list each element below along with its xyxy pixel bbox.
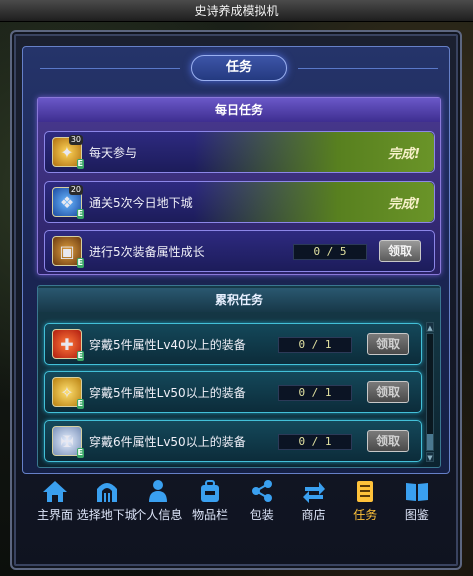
nav-home[interactable]: 主界面	[30, 478, 80, 528]
quest-progress: 0 / 1	[278, 385, 352, 401]
claim-button[interactable]: 领取	[367, 381, 409, 403]
quest-label: 每天参与	[89, 145, 138, 160]
nav-package[interactable]: 包装	[237, 478, 287, 528]
e-tag-icon: E	[76, 258, 84, 268]
header-divider-right	[298, 68, 438, 69]
nav-label: 包装	[249, 508, 274, 522]
accum-quest-row: ✠ E 穿戴6件属性Lv50以上的装备 0 / 1 领取	[44, 420, 422, 462]
scroll-up-arrow[interactable]: ▲	[426, 322, 434, 332]
nav-label: 图鉴	[404, 508, 429, 522]
nav-label: 任务	[353, 508, 378, 522]
silver-crest-icon: ✠ E	[52, 426, 84, 458]
header-divider-left	[40, 68, 180, 69]
nav-codex[interactable]: 图鉴	[392, 478, 442, 528]
quest-label: 穿戴5件属性Lv40以上的装备	[89, 337, 246, 352]
nav-label: 商店	[301, 508, 326, 522]
nav-label: 个人信息	[134, 508, 183, 522]
equipment-chest-icon: ▣ E	[52, 236, 84, 268]
book-icon	[403, 478, 431, 504]
quest-complete-status: 完成!	[388, 196, 420, 212]
e-tag-icon: E	[76, 448, 84, 458]
bottom-navigation: 主界面 选择地下城 个人信息 物品栏 包装 商店 任务 图鉴	[22, 478, 450, 528]
gold-coin-icon: ✦ 30 E	[52, 135, 84, 169]
reward-count-badge: 30	[68, 135, 83, 145]
nav-inventory[interactable]: 物品栏	[185, 478, 235, 528]
nav-label: 主界面	[36, 508, 73, 522]
nav-label: 选择地下城	[76, 508, 137, 522]
reward-count-badge: 20	[68, 185, 83, 195]
swap-arrows-icon	[300, 478, 328, 504]
quest-complete-status: 完成!	[388, 146, 420, 162]
share-icon	[248, 478, 276, 504]
nav-shop[interactable]: 商店	[289, 478, 339, 528]
claim-button[interactable]: 领取	[367, 333, 409, 355]
panel-title: 任务	[191, 55, 287, 81]
nav-label: 物品栏	[192, 508, 229, 522]
scroll-down-arrow[interactable]: ▼	[426, 452, 434, 462]
blue-rune-icon: ❖ 20 E	[52, 185, 84, 219]
person-icon	[144, 478, 172, 504]
home-icon	[41, 478, 69, 504]
e-tag-icon: E	[76, 351, 84, 361]
daily-quest-row: ▣ E 进行5次装备属性成长 0 / 5 领取	[44, 230, 435, 272]
window-title: 史诗养成模拟机	[0, 0, 473, 22]
nav-dungeon[interactable]: 选择地下城	[77, 478, 137, 528]
red-gift-box-icon: ✚ E	[52, 329, 84, 361]
claim-button[interactable]: 领取	[379, 240, 421, 262]
quest-progress: 0 / 1	[278, 337, 352, 353]
e-tag-icon: E	[76, 399, 84, 409]
e-tag-icon: E	[76, 209, 84, 219]
quest-label: 进行5次装备属性成长	[89, 244, 205, 259]
quest-progress: 0 / 1	[278, 434, 352, 450]
daily-quest-row: ✦ 30 E 每天参与 完成!	[44, 131, 435, 173]
gold-armor-icon: ✧ E	[52, 377, 84, 409]
e-tag-icon: E	[76, 159, 84, 169]
nav-profile[interactable]: 个人信息	[133, 478, 183, 528]
accum-section-title: 累积任务	[38, 288, 440, 312]
accum-quest-row: ✚ E 穿戴5件属性Lv40以上的装备 0 / 1 领取	[44, 323, 422, 365]
accum-quest-row: ✧ E 穿戴5件属性Lv50以上的装备 0 / 1 领取	[44, 371, 422, 413]
daily-quest-row: ❖ 20 E 通关5次今日地下城 完成!	[44, 181, 435, 223]
scroll-icon	[351, 478, 379, 504]
daily-section-title: 每日任务	[38, 98, 440, 122]
quest-progress: 0 / 5	[293, 244, 367, 260]
backpack-icon	[196, 478, 224, 504]
quest-label: 穿戴5件属性Lv50以上的装备	[89, 385, 246, 400]
quest-label: 通关5次今日地下城	[89, 195, 193, 210]
quest-label: 穿戴6件属性Lv50以上的装备	[89, 434, 246, 449]
dungeon-gate-icon	[93, 478, 121, 504]
scrollbar-thumb[interactable]	[427, 434, 433, 450]
nav-quests[interactable]: 任务	[340, 478, 390, 528]
claim-button[interactable]: 领取	[367, 430, 409, 452]
